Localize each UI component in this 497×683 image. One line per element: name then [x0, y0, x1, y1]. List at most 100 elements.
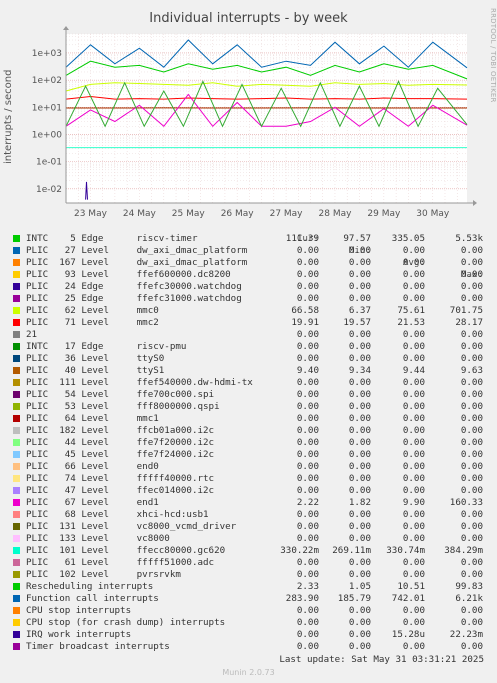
legend-min: 269.11m: [332, 545, 371, 556]
legend-row: PLIC 61 Level fffff51000.adc 0.00 0.00 0.00…: [0, 557, 497, 569]
legend-cur: 0.00: [296, 521, 319, 532]
legend-max: 9.63: [460, 365, 483, 376]
legend-row: PLIC 44 Level ffe7f20000.i2c 0.00 0.00 0.00…: [0, 437, 497, 449]
legend-avg: 21.53: [397, 317, 425, 328]
legend-row: INTC 5 Edge riscv-timer 111.39 97.57 335.05…: [0, 233, 497, 245]
legend-avg: 0.00: [402, 341, 425, 352]
legend-avg: 0.00: [402, 281, 425, 292]
y-axis-arrow: [63, 26, 69, 30]
legend-avg: 15.28u: [391, 629, 425, 640]
legend-swatch: [13, 427, 20, 434]
legend-min: 0.00: [348, 329, 371, 340]
legend-max: 0.00: [460, 557, 483, 568]
legend-cur: 0.00: [296, 569, 319, 580]
legend-cur: 330.22m: [280, 545, 319, 556]
legend-name: PLIC 131 Level vc8000_vcmd_driver: [26, 521, 237, 532]
munin-graph-page: Individual interrupts - by week RRDTOOL …: [0, 0, 497, 683]
legend-cur: 283.90: [285, 593, 319, 604]
legend-row: PLIC 47 Level ffec014000.i2c 0.00 0.00 0.00…: [0, 485, 497, 497]
legend-avg: 9.44: [402, 365, 425, 376]
interrupts-chart: 1e+03 1e+02 1e+01 1e+00 1e-01 1e-02 23 May 24 M…: [32, 26, 477, 219]
legend-row: INTC 17 Edge riscv-pmu 0.00 0.00 0.00 0.00: [0, 341, 497, 353]
legend-max: 0.00: [460, 377, 483, 388]
legend-avg: 0.00: [402, 269, 425, 280]
legend-name: Function call interrupts: [26, 593, 159, 604]
legend-max: 0.00: [460, 569, 483, 580]
legend-max: 22.23m: [449, 629, 483, 640]
legend-avg: 0.00: [402, 473, 425, 484]
legend-cur: 0.00: [296, 533, 319, 544]
legend-swatch: [13, 535, 20, 542]
legend-avg: 9.90: [402, 497, 425, 508]
legend-cur: 111.39: [285, 233, 319, 244]
legend-min: 97.57: [343, 233, 371, 244]
legend-min: 0.00: [348, 557, 371, 568]
legend-cur: 0.00: [296, 473, 319, 484]
legend-cur: 19.91: [291, 317, 319, 328]
legend-swatch: [13, 583, 20, 590]
legend-min: 0.00: [348, 449, 371, 460]
legend-max: 0.00: [460, 257, 483, 268]
legend-cur: 0.00: [296, 413, 319, 424]
legend-name: PLIC 133 Level vc8000: [26, 533, 170, 544]
legend-avg: 0.00: [402, 569, 425, 580]
legend-swatch: [13, 355, 20, 362]
legend-row: PLIC 62 Level mmc0 66.58 6.37 75.61 701.75: [0, 305, 497, 317]
legend-row: PLIC 27 Level dw_axi_dmac_platform 0.00 0.…: [0, 245, 497, 257]
legend-cur: 0.00: [296, 281, 319, 292]
legend-avg: 0.00: [402, 413, 425, 424]
legend-max: 0.00: [460, 245, 483, 256]
legend-avg: 742.01: [391, 593, 425, 604]
legend-cur: 0.00: [296, 401, 319, 412]
legend-max: 5.53k: [455, 233, 483, 244]
legend-max: 99.83: [455, 581, 483, 592]
legend-swatch: [13, 415, 20, 422]
legend-cur: 0.00: [296, 617, 319, 628]
legend-name: INTC 5 Edge riscv-timer: [26, 233, 198, 244]
legend-max: 0.00: [460, 401, 483, 412]
legend-min: 9.34: [348, 365, 371, 376]
legend-row: Function call interrupts 283.90 185.79 742.…: [0, 593, 497, 605]
legend-row: CPU stop (for crash dump) interrupts 0.00…: [0, 617, 497, 629]
legend-cur: 0.00: [296, 437, 319, 448]
legend-row: PLIC 71 Level mmc2 19.91 19.57 21.53 28.17: [0, 317, 497, 329]
legend-name: PLIC 182 Level ffcb01a000.i2c: [26, 425, 215, 436]
legend-min: 185.79: [337, 593, 371, 604]
legend-min: 0.00: [348, 245, 371, 256]
legend-cur: 0.00: [296, 557, 319, 568]
x-tick-label: 23 May: [74, 209, 108, 219]
legend-header: Cur: Min: Avg: Max:: [0, 221, 497, 280]
legend-avg: 0.00: [402, 509, 425, 520]
legend-min: 0.00: [348, 425, 371, 436]
legend-name: PLIC 64 Level mmc1: [26, 413, 159, 424]
legend-cur: 0.00: [296, 341, 319, 352]
legend-row: PLIC 67 Level end1 2.22 1.82 9.90 160.33: [0, 497, 497, 509]
legend-max: 0.00: [460, 485, 483, 496]
legend-name: PLIC 36 Level ttyS0: [26, 353, 165, 364]
legend-min: 0.00: [348, 281, 371, 292]
legend-avg: 330.74m: [386, 545, 425, 556]
legend-swatch: [13, 607, 20, 614]
legend-swatch: [13, 307, 20, 314]
legend-swatch: [13, 319, 20, 326]
legend-cur: 0.00: [296, 641, 319, 652]
legend-name: PLIC 67 Level end1: [26, 497, 159, 508]
legend-cur: 0.00: [296, 257, 319, 268]
legend-row: PLIC 40 Level ttyS1 9.40 9.34 9.44 9.63: [0, 365, 497, 377]
legend-swatch: [13, 391, 20, 398]
legend-name: INTC 17 Edge riscv-pmu: [26, 341, 187, 352]
x-tick-label: 27 May: [270, 209, 304, 219]
legend-swatch: [13, 331, 20, 338]
legend-min: 1.82: [348, 497, 371, 508]
legend-row: PLIC 66 Level end0 0.00 0.00 0.00 0.00: [0, 461, 497, 473]
legend-name: PLIC 40 Level ttyS1: [26, 365, 165, 376]
legend-min: 0.00: [348, 401, 371, 412]
legend-max: 0.00: [460, 269, 483, 280]
legend-name: PLIC 68 Level xhci-hcd:usb1: [26, 509, 209, 520]
legend-max: 0.00: [460, 509, 483, 520]
legend-name: PLIC 61 Level fffff51000.adc: [26, 557, 215, 568]
legend-swatch: [13, 439, 20, 446]
legend-max: 0.00: [460, 605, 483, 616]
legend-max: 6.21k: [455, 593, 483, 604]
legend-name: PLIC 101 Level ffecc80000.gc620: [26, 545, 226, 556]
